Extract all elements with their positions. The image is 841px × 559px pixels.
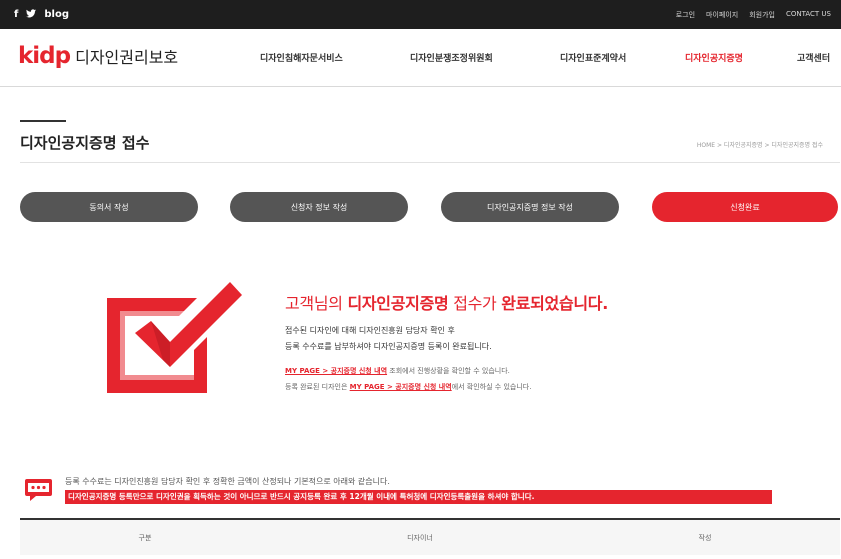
facebook-icon[interactable]: f — [14, 9, 18, 20]
column-header-designer: 디자이너 — [407, 533, 433, 542]
completion-title: 고객님의 디자인공지증명 접수가 완료되었습니다. — [285, 290, 608, 314]
utility-links: 로그인 마이페이지 회원가입 CONTACT US — [676, 10, 831, 20]
title-text-highlight: 디자인공지증명 — [347, 294, 449, 313]
blog-link[interactable]: blog — [44, 9, 69, 20]
nav-item-dispute[interactable]: 디자인분쟁조정위원회 — [410, 51, 493, 64]
title-text-mid: 접수가 — [448, 294, 502, 313]
logo-mark: kidp — [18, 43, 71, 69]
title-divider — [20, 162, 840, 163]
message-line-4-text: 에서 확인하실 수 있습니다. — [451, 383, 532, 391]
login-link[interactable]: 로그인 — [676, 10, 695, 20]
top-bar: f blog 로그인 마이페이지 회원가입 CONTACT US — [0, 0, 841, 29]
nav-item-certification[interactable]: 디자인공지증명 — [685, 51, 743, 64]
message-line-2: 등록 수수료를 납부하셔야 디자인공지증명 등록이 완료됩니다. — [285, 342, 492, 351]
message-line-3: MY PAGE > 공지증명 신청 내역 조회에서 진행상황을 확인할 수 있습… — [285, 366, 510, 376]
mypage-link[interactable]: 마이페이지 — [706, 10, 738, 20]
page-title: 디자인공지증명 접수 — [20, 134, 150, 152]
signup-link[interactable]: 회원가입 — [749, 10, 775, 20]
message-line-3-text: 조회에서 진행상황을 확인할 수 있습니다. — [387, 367, 510, 375]
step-design-info: 디자인공지증명 정보 작성 — [441, 192, 619, 222]
title-rule — [20, 120, 66, 122]
fee-table-header: 구분 디자이너 작성 — [20, 518, 840, 555]
message-line-4-text-pre: 등록 완료된 디자인은 — [285, 383, 350, 391]
message-line-4: 등록 완료된 디자인은 MY PAGE > 공지증명 신청 내역에서 확인하실 … — [285, 382, 531, 392]
title-text-pre: 고객님의 — [285, 294, 348, 313]
nav-item-infringement[interactable]: 디자인침해자문서비스 — [260, 51, 343, 64]
title-text-post: 완료되었습니다. — [501, 294, 608, 313]
speech-bubble-icon — [25, 479, 52, 501]
step-applicant-info: 신청자 정보 작성 — [230, 192, 408, 222]
breadcrumb: HOME > 디자인공지증명 > 디자인공지증명 접수 — [696, 142, 823, 149]
contact-link[interactable]: CONTACT US — [786, 10, 831, 20]
column-header-category: 구분 — [138, 533, 152, 542]
warning-banner: 디자인공지증명 등록만으로 디자인권을 획득하는 것이 아니므로 반드시 공지등… — [65, 490, 772, 504]
logo-name: 디자인권리보호 — [75, 48, 179, 67]
nav-item-customer[interactable]: 고객센터 — [797, 51, 830, 64]
mypage-history-link-2[interactable]: MY PAGE > 공지증명 신청 내역 — [350, 383, 452, 391]
twitter-icon[interactable] — [26, 8, 37, 21]
mypage-history-link[interactable]: MY PAGE > 공지증명 신청 내역 — [285, 367, 387, 375]
column-header-write: 작성 — [698, 533, 712, 542]
site-logo[interactable]: kidp 디자인권리보호 — [18, 43, 178, 69]
site-header: kidp 디자인권리보호 디자인침해자문서비스 디자인분쟁조정위원회 디자인표준… — [0, 29, 841, 87]
fee-notice: 등록 수수료는 디자인진흥원 담당자 확인 후 정확한 금액이 산정되나 기본적… — [65, 477, 390, 486]
nav-item-contract[interactable]: 디자인표준계약서 — [560, 51, 626, 64]
social-links: f blog — [14, 8, 69, 21]
check-complete-icon — [107, 282, 242, 393]
step-complete: 신청완료 — [652, 192, 838, 222]
step-agreement: 동의서 작성 — [20, 192, 198, 222]
message-line-1: 접수된 디자인에 대해 디자인진흥원 담당자 확인 후 — [285, 326, 455, 335]
